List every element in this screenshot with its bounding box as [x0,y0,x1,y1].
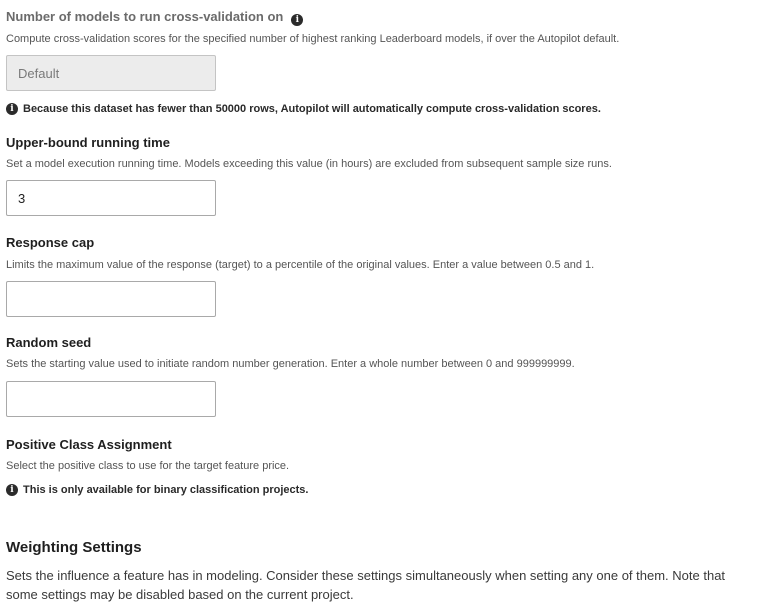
info-icon[interactable]: i [291,14,304,26]
running-time-title: Upper-bound running time [6,135,170,150]
response-cap-input[interactable] [6,281,216,317]
response-cap-title: Response cap [6,235,95,250]
cv-models-title: Number of models to run cross-validation… [6,9,284,24]
random-seed-title: Random seed [6,335,92,350]
cv-models-note: i Because this dataset has fewer than 50… [6,103,601,115]
cv-models-note-text: Because this dataset has fewer than 5000… [23,103,601,115]
weighting-description: Sets the influence a feature has in mode… [6,568,726,602]
cv-models-description: Compute cross-validation scores for the … [6,33,620,45]
positive-class-description: Select the positive class to use for the… [6,460,290,472]
positive-class-title: Positive Class Assignment [6,437,172,452]
running-time-input[interactable] [6,180,216,216]
random-seed-description: Sets the starting value used to initiate… [6,358,575,370]
positive-class-note: i This is only available for binary clas… [6,484,308,496]
response-cap-description: Limits the maximum value of the response… [6,259,595,271]
advanced-options-panel: Number of models to run cross-validation… [0,0,758,606]
cv-models-title-row: Number of models to run cross-validation… [6,9,304,26]
random-seed-input[interactable] [6,381,216,417]
weighting-heading: Weighting Settings [6,539,142,556]
cv-models-input [6,55,216,91]
info-icon: i [6,484,18,496]
positive-class-note-text: This is only available for binary classi… [23,484,309,496]
running-time-description: Set a model execution running time. Mode… [6,158,612,170]
info-icon: i [6,103,18,115]
